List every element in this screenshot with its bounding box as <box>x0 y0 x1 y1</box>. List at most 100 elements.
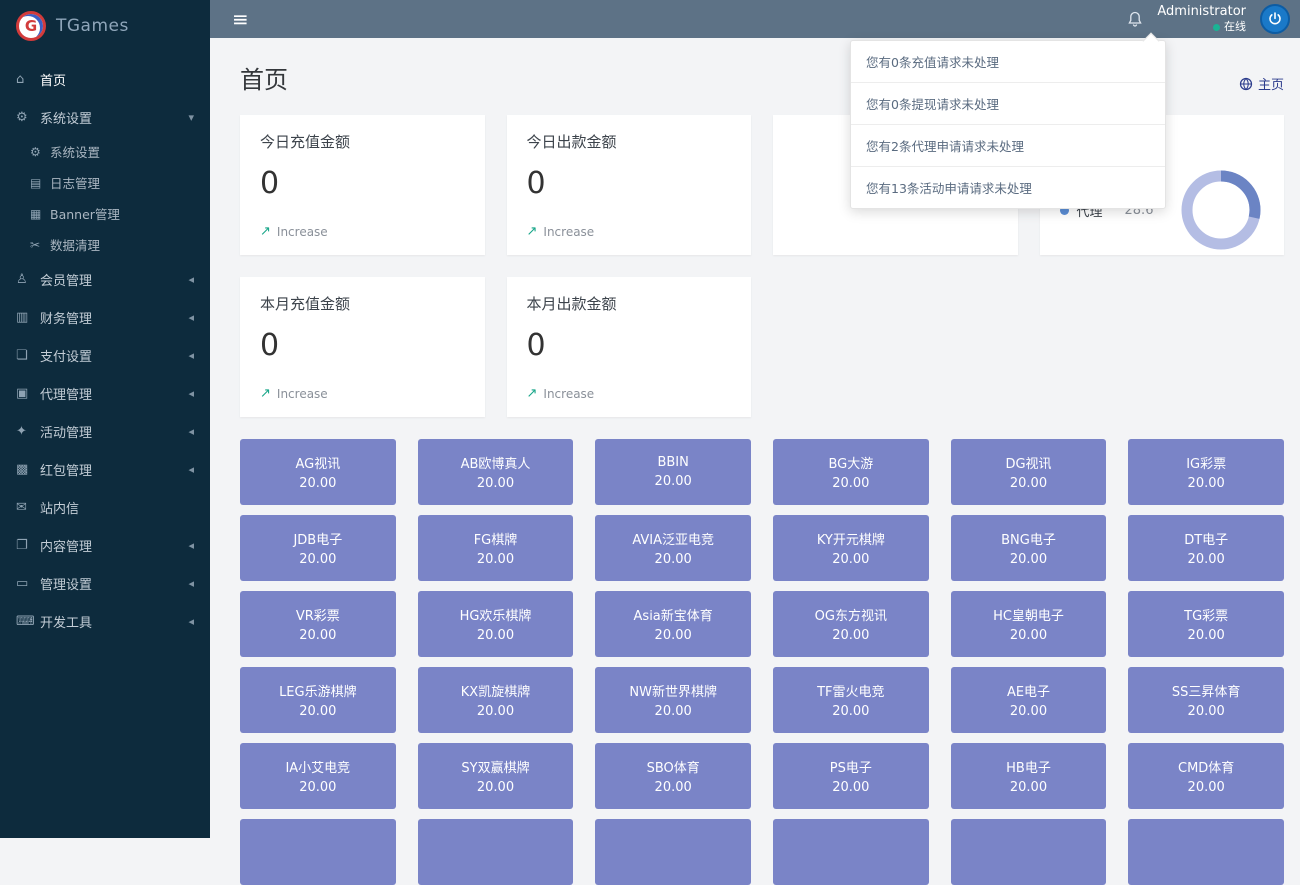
game-tile[interactable]: HB电子 20.00 <box>950 743 1107 809</box>
game-tile-name: Asia新宝体育 <box>633 609 713 624</box>
game-tile-name: IA小艾电竞 <box>285 761 351 776</box>
game-tile[interactable]: KX凯旋棋牌 20.00 <box>417 667 574 733</box>
game-tile-value: 20.00 <box>832 552 870 567</box>
game-tile-name: VR彩票 <box>295 609 340 624</box>
game-tile-value: 20.00 <box>1009 628 1048 643</box>
game-tile-partial[interactable] <box>240 819 396 885</box>
game-tile-partial[interactable] <box>595 819 751 885</box>
game-tile[interactable]: AVIA泛亚电竞 20.00 <box>595 515 751 581</box>
game-tile[interactable]: KY开元棋牌 20.00 <box>773 515 929 581</box>
game-tile[interactable]: SY双赢棋牌 20.00 <box>417 743 574 809</box>
notification-item[interactable]: 您有2条代理申请请求未处理 <box>851 125 1165 167</box>
game-tile[interactable]: CMD体育 20.00 <box>1128 743 1284 809</box>
notification-item[interactable]: 您有13条活动申请请求未处理 <box>851 167 1165 208</box>
game-tile-partial[interactable] <box>773 819 929 885</box>
game-tile[interactable]: AB欧博真人 20.00 <box>417 439 574 505</box>
brand[interactable]: G TGames <box>0 0 210 52</box>
sidebar-subitem-system-settings[interactable]: ⚙ 系统设置 <box>0 136 210 167</box>
game-tile-value: 20.00 <box>832 780 870 795</box>
sidebar-item-member-management[interactable]: ♙ 会员管理 ◂ <box>0 260 210 298</box>
sidebar-item-home[interactable]: ⌂ 首页 <box>0 60 210 98</box>
globe-icon <box>1239 77 1253 90</box>
activity-icon: ✦ <box>16 423 27 439</box>
menu-toggle-button[interactable]: ≡ <box>218 0 263 38</box>
game-tile[interactable]: HC皇朝电子 20.00 <box>950 591 1107 657</box>
sidebar-item-dev-tools[interactable]: ⌨ 开发工具 ◂ <box>0 602 210 640</box>
logout-power-button[interactable] <box>1260 4 1290 34</box>
sidebar-item-label: 红包管理 <box>40 463 93 479</box>
sidebar-item-redpacket-management[interactable]: ▩ 红包管理 ◂ <box>0 450 210 488</box>
chevron-left-icon: ◂ <box>188 424 194 438</box>
game-tile-partial[interactable] <box>1128 819 1284 885</box>
game-tile[interactable]: LEG乐游棋牌 20.00 <box>240 667 396 733</box>
game-tiles-grid: AG视讯 20.00 AB欧博真人 20.00 BBIN 20.00 BG大游 … <box>240 439 1284 809</box>
stat-title: 本月充值金额 <box>260 295 351 313</box>
game-tile[interactable]: TF雷火电竞 20.00 <box>773 667 929 733</box>
game-tile-value: 20.00 <box>654 628 692 643</box>
game-tile-value: 20.00 <box>832 476 870 491</box>
sidebar-item-content-management[interactable]: ❐ 内容管理 ◂ <box>0 526 210 564</box>
stat-card-today-deposit: 今日充值金额 0 ↗ Increase <box>240 115 485 255</box>
image-icon: ▦ <box>30 206 42 221</box>
game-tile-partial[interactable] <box>417 819 574 885</box>
game-tile[interactable]: AG视讯 20.00 <box>240 439 396 505</box>
stats-row-2: 本月充值金额 0 ↗ Increase 本月出款金额 0 ↗ Increase <box>240 277 1284 417</box>
sidebar-item-label: 首页 <box>40 73 67 89</box>
game-tile-name: HB电子 <box>1006 761 1051 776</box>
sidebar-item-payment-settings[interactable]: ❏ 支付设置 ◂ <box>0 336 210 374</box>
game-tile[interactable]: FG棋牌 20.00 <box>417 515 574 581</box>
stat-value: 0 <box>526 166 546 201</box>
game-tile-value: 20.00 <box>1187 780 1225 795</box>
chevron-left-icon: ◂ <box>188 538 194 552</box>
game-tile[interactable]: IA小艾电竞 20.00 <box>240 743 396 809</box>
game-tile[interactable]: JDB电子 20.00 <box>240 515 396 581</box>
stat-value: 0 <box>260 328 280 363</box>
bookmark-icon: ❏ <box>16 347 28 363</box>
gears-icon: ⚙ <box>16 109 28 125</box>
game-tile[interactable]: TG彩票 20.00 <box>1128 591 1284 657</box>
sidebar-item-system-settings-group[interactable]: ⚙ 系统设置 ▾ <box>0 98 210 136</box>
user-menu[interactable]: Administrator 在线 <box>1157 4 1246 34</box>
game-tile[interactable]: SS三昇体育 20.00 <box>1128 667 1284 733</box>
game-tile-value: 20.00 <box>654 704 692 719</box>
sidebar-item-site-mail[interactable]: ✉ 站内信 <box>0 488 210 526</box>
sidebar-item-label: 日志管理 <box>50 176 101 191</box>
sidebar-item-label: 站内信 <box>40 501 80 517</box>
sidebar-subitem-log-management[interactable]: ▤ 日志管理 <box>0 167 210 198</box>
game-tile[interactable]: VR彩票 20.00 <box>240 591 396 657</box>
sidebar-item-finance-management[interactable]: ▥ 财务管理 ◂ <box>0 298 210 336</box>
sidebar-subitem-banner-management[interactable]: ▦ Banner管理 <box>0 198 210 229</box>
breadcrumb[interactable]: 主页 <box>1239 74 1284 93</box>
game-tile[interactable]: DG视讯 20.00 <box>950 439 1107 505</box>
game-tile[interactable]: HG欢乐棋牌 20.00 <box>417 591 574 657</box>
game-tile[interactable]: AE电子 20.00 <box>950 667 1107 733</box>
chevron-left-icon: ◂ <box>188 310 194 324</box>
sidebar-item-activity-management[interactable]: ✦ 活动管理 ◂ <box>0 412 210 450</box>
notification-item[interactable]: 您有0条充值请求未处理 <box>851 41 1165 83</box>
game-tile-value: 20.00 <box>654 552 692 567</box>
sidebar-subitem-data-cleanup[interactable]: ✂ 数据清理 <box>0 229 210 260</box>
sidebar-item-label: 系统设置 <box>40 111 93 127</box>
sidebar-nav: ⌂ 首页 ⚙ 系统设置 ▾ ⚙ 系统设置 ▤ 日志管理 ▦ Banner管理 ✂… <box>0 60 210 640</box>
game-tile-name: TG彩票 <box>1184 609 1229 624</box>
game-tile-name: HG欢乐棋牌 <box>459 609 532 624</box>
game-tile[interactable]: Asia新宝体育 20.00 <box>595 591 751 657</box>
game-tile[interactable]: PS电子 20.00 <box>773 743 929 809</box>
game-tile[interactable]: NW新世界棋牌 20.00 <box>595 667 751 733</box>
user-name: Administrator <box>1157 4 1246 19</box>
game-tile[interactable]: DT电子 20.00 <box>1128 515 1284 581</box>
game-tile[interactable]: OG东方视讯 20.00 <box>773 591 929 657</box>
game-tile-name: AE电子 <box>1006 685 1051 700</box>
game-tile-name: BNG电子 <box>1001 533 1056 548</box>
game-tile-partial[interactable] <box>950 819 1107 885</box>
sidebar-item-admin-settings[interactable]: ▭ 管理设置 ◂ <box>0 564 210 602</box>
game-tile[interactable]: IG彩票 20.00 <box>1128 439 1284 505</box>
sidebar-item-agent-management[interactable]: ▣ 代理管理 ◂ <box>0 374 210 412</box>
game-tile[interactable]: SBO体育 20.00 <box>595 743 751 809</box>
notification-item[interactable]: 您有0条提现请求未处理 <box>851 83 1165 125</box>
game-tile[interactable]: BNG电子 20.00 <box>950 515 1107 581</box>
game-tile[interactable]: BG大游 20.00 <box>773 439 929 505</box>
game-tile-value: 20.00 <box>1187 704 1225 719</box>
game-tile[interactable]: BBIN 20.00 <box>595 439 751 505</box>
notifications-bell-icon[interactable] <box>1127 11 1143 28</box>
